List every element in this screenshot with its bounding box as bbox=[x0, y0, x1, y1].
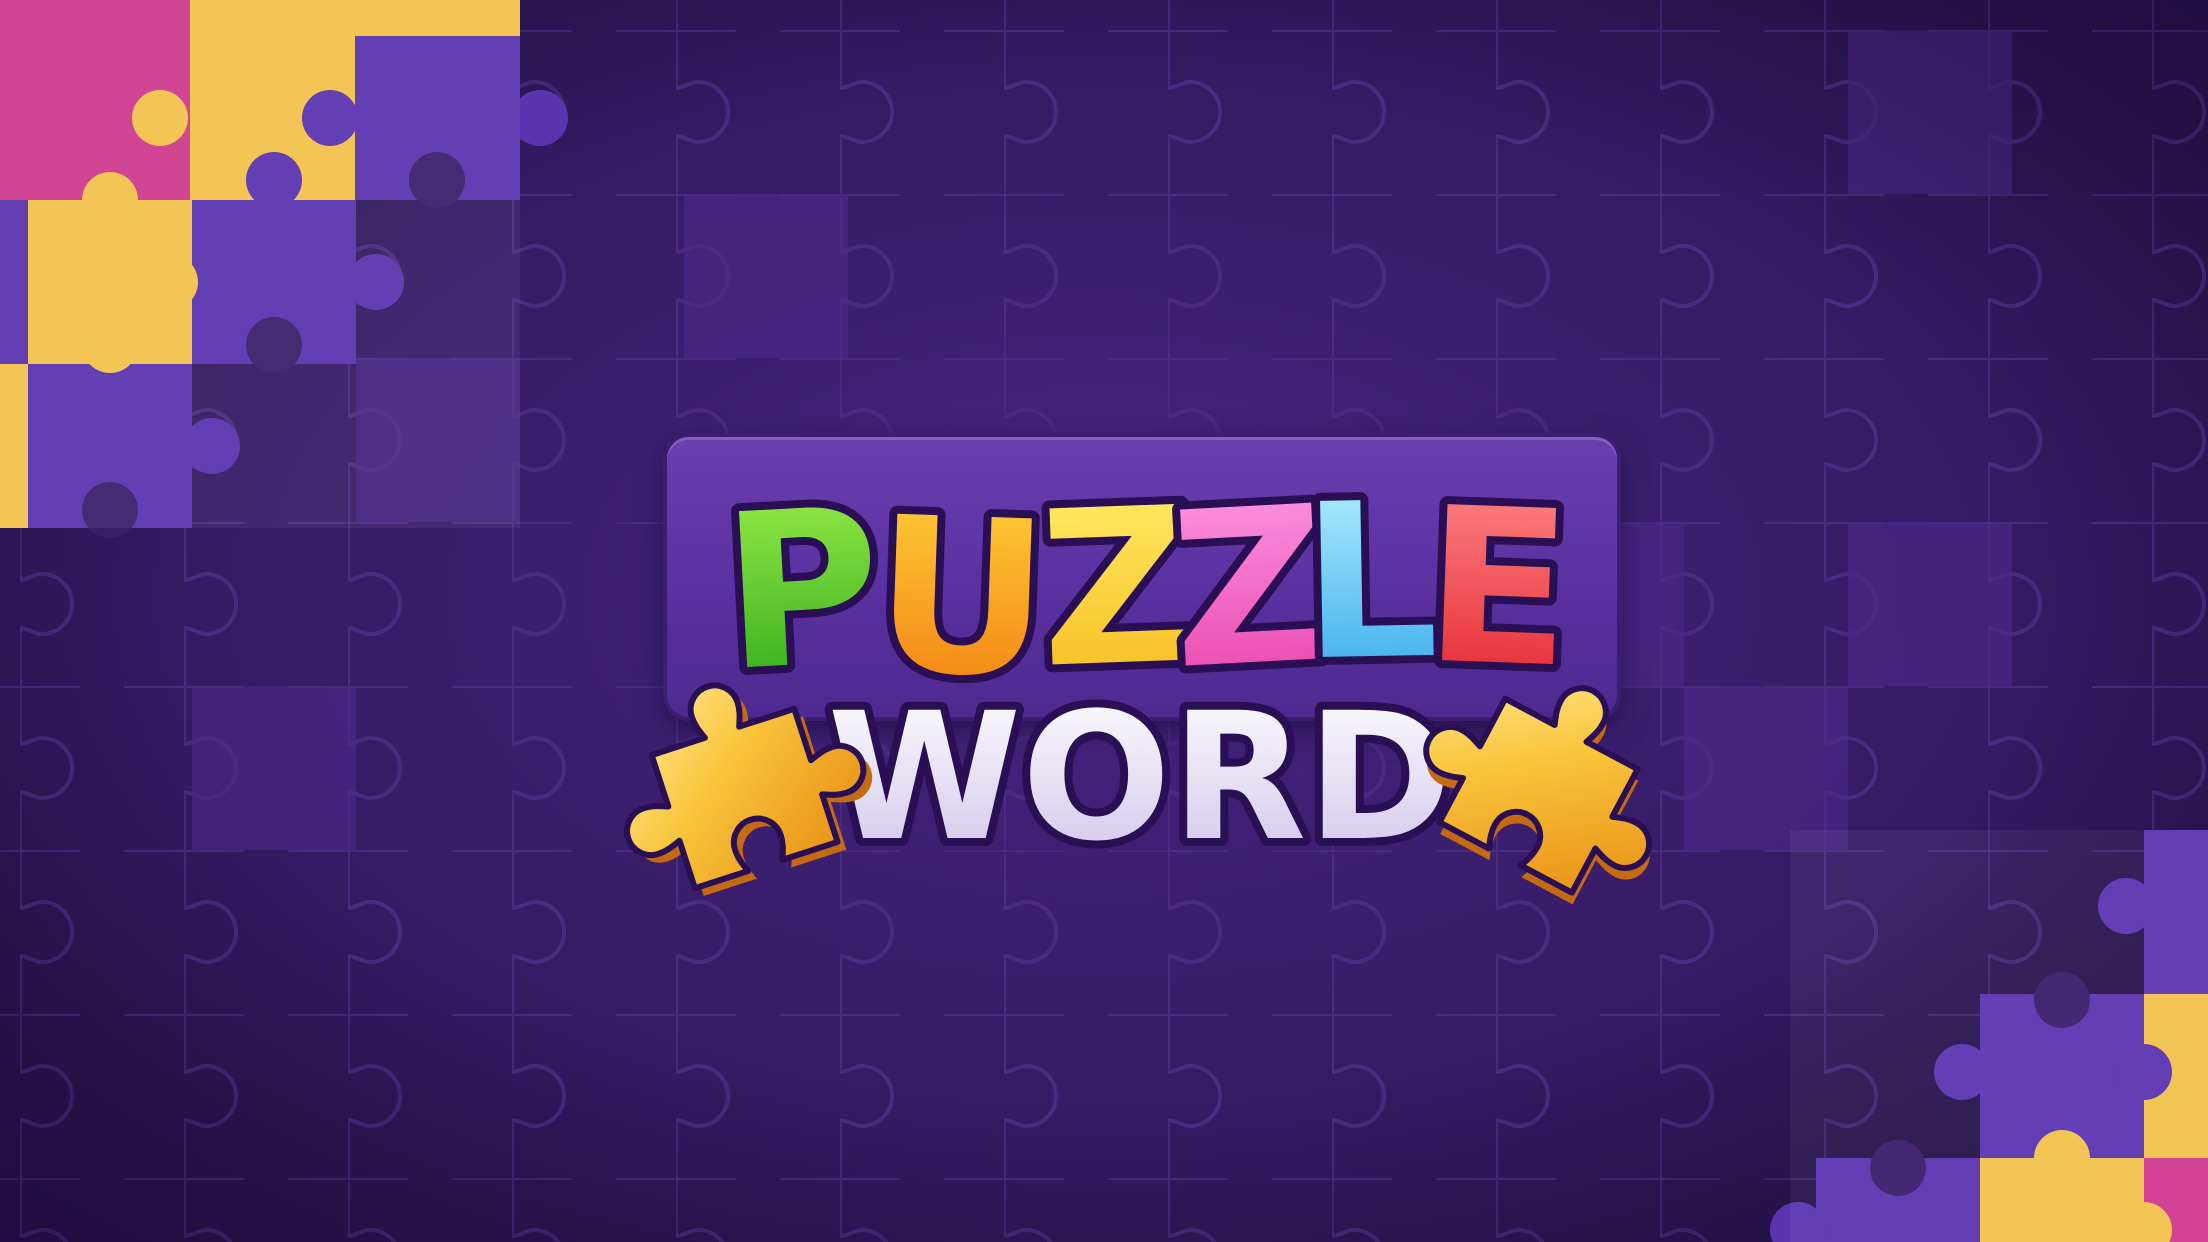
corner-pieces-top-left bbox=[0, 0, 568, 538]
corner-pieces-bottom-right bbox=[1770, 830, 2208, 1242]
title-panel bbox=[667, 437, 1617, 717]
title-screen: P U Z Z L E WORD bbox=[0, 0, 2208, 1242]
